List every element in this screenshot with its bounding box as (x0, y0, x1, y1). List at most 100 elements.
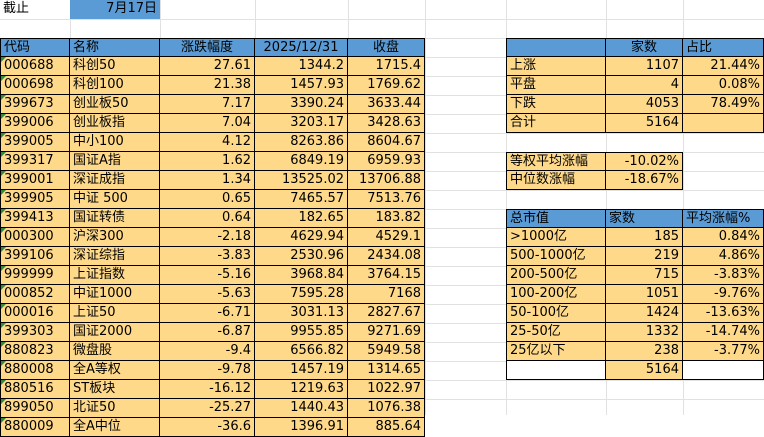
table-cell[interactable]: 全A中位 (70, 418, 160, 437)
index-code-cell[interactable]: 399905 (0, 190, 70, 209)
stats-header-cell[interactable]: 占比 (683, 38, 764, 57)
table-cell[interactable]: 7465.57 (255, 190, 348, 209)
table-cell[interactable]: 4.12 (160, 133, 255, 152)
table-cell[interactable]: 6959.93 (348, 152, 425, 171)
stats-cell[interactable]: 4 (606, 76, 683, 95)
table-cell[interactable]: 3633.44 (348, 95, 425, 114)
cap-cell[interactable]: -14.74% (683, 323, 764, 342)
table-cell[interactable]: 创业板指 (70, 114, 160, 133)
index-code-cell[interactable]: 000698 (0, 76, 70, 95)
index-code-cell[interactable]: 399001 (0, 171, 70, 190)
table-cell[interactable]: 182.65 (255, 209, 348, 228)
table-cell[interactable]: 上证指数 (70, 266, 160, 285)
table-cell[interactable]: 7513.76 (348, 190, 425, 209)
table-cell[interactable]: 1022.97 (348, 380, 425, 399)
table-cell[interactable]: 科创50 (70, 57, 160, 76)
index-code-cell[interactable]: 000016 (0, 304, 70, 323)
table-cell[interactable]: 创业板50 (70, 95, 160, 114)
main-header-cell[interactable]: 2025/12/31 (255, 38, 348, 57)
cap-cell[interactable]: -3.77% (683, 342, 764, 361)
table-cell[interactable]: 21.38 (160, 76, 255, 95)
cap-cell[interactable]: 100-200亿 (506, 285, 606, 304)
table-cell[interactable]: -3.83 (160, 247, 255, 266)
cap-header-cell[interactable]: 总市值 (506, 209, 606, 228)
table-cell[interactable]: 上证50 (70, 304, 160, 323)
table-cell[interactable]: 中证1000 (70, 285, 160, 304)
table-cell[interactable]: -36.6 (160, 418, 255, 437)
table-cell[interactable]: 9955.85 (255, 323, 348, 342)
table-cell[interactable]: 13706.88 (348, 171, 425, 190)
table-cell[interactable]: 6566.82 (255, 342, 348, 361)
table-cell[interactable]: -9.4 (160, 342, 255, 361)
table-cell[interactable]: 全A等权 (70, 361, 160, 380)
table-cell[interactable]: 7168 (348, 285, 425, 304)
stats-cell[interactable]: 平盘 (506, 76, 606, 95)
index-code-cell[interactable]: 880009 (0, 418, 70, 437)
table-cell[interactable]: 2434.08 (348, 247, 425, 266)
stats-cell[interactable]: 4053 (606, 95, 683, 114)
main-header-cell[interactable]: 代码 (0, 38, 70, 57)
table-cell[interactable]: 中小100 (70, 133, 160, 152)
cap-cell[interactable]: -13.63% (683, 304, 764, 323)
table-cell[interactable]: 4529.1 (348, 228, 425, 247)
stats-cell[interactable]: 21.44% (683, 57, 764, 76)
stats-cell[interactable]: 5164 (606, 114, 683, 133)
index-code-cell[interactable]: 880516 (0, 380, 70, 399)
table-cell[interactable]: ST板块 (70, 380, 160, 399)
table-cell[interactable]: 3031.13 (255, 304, 348, 323)
index-code-cell[interactable]: 399106 (0, 247, 70, 266)
table-cell[interactable]: 3203.17 (255, 114, 348, 133)
avg-label-cell[interactable]: 中位数涨幅 (506, 171, 606, 190)
index-code-cell[interactable]: 399413 (0, 209, 70, 228)
table-cell[interactable]: 中证 500 (70, 190, 160, 209)
index-code-cell[interactable]: 399303 (0, 323, 70, 342)
table-cell[interactable]: -9.78 (160, 361, 255, 380)
cap-cell[interactable]: -3.83% (683, 266, 764, 285)
table-cell[interactable]: 1344.2 (255, 57, 348, 76)
cap-cell[interactable]: 1424 (606, 304, 683, 323)
cap-cell[interactable]: -9.76% (683, 285, 764, 304)
table-cell[interactable]: 国证转债 (70, 209, 160, 228)
table-cell[interactable]: 1457.19 (255, 361, 348, 380)
table-cell[interactable]: 27.61 (160, 57, 255, 76)
cap-cell[interactable]: 238 (606, 342, 683, 361)
table-cell[interactable]: 8604.67 (348, 133, 425, 152)
index-code-cell[interactable]: 899050 (0, 399, 70, 418)
index-code-cell[interactable]: 000300 (0, 228, 70, 247)
main-header-cell[interactable]: 涨跌幅度 (160, 38, 255, 57)
cap-header-cell[interactable]: 平均涨幅% (683, 209, 764, 228)
index-code-cell[interactable]: 399673 (0, 95, 70, 114)
stats-cell[interactable]: 合计 (506, 114, 606, 133)
table-cell[interactable]: 2827.67 (348, 304, 425, 323)
table-cell[interactable]: 1715.4 (348, 57, 425, 76)
cap-cell[interactable]: 1051 (606, 285, 683, 304)
cap-cell[interactable] (683, 361, 764, 380)
table-cell[interactable]: 北证50 (70, 399, 160, 418)
cap-cell[interactable]: 219 (606, 247, 683, 266)
table-cell[interactable]: -5.63 (160, 285, 255, 304)
table-cell[interactable]: 1.62 (160, 152, 255, 171)
cutoff-date[interactable]: 7月17日 (70, 0, 160, 19)
avg-value-cell[interactable]: -18.67% (606, 171, 683, 190)
table-cell[interactable]: -25.27 (160, 399, 255, 418)
cap-cell[interactable]: 185 (606, 228, 683, 247)
avg-label-cell[interactable]: 等权平均涨幅 (506, 152, 606, 171)
index-code-cell[interactable]: 880823 (0, 342, 70, 361)
table-cell[interactable]: 13525.02 (255, 171, 348, 190)
main-header-cell[interactable]: 名称 (70, 38, 160, 57)
table-cell[interactable]: 1769.62 (348, 76, 425, 95)
cap-cell[interactable]: 715 (606, 266, 683, 285)
index-code-cell[interactable]: 000688 (0, 57, 70, 76)
cap-cell[interactable]: 1332 (606, 323, 683, 342)
table-cell[interactable]: 1440.43 (255, 399, 348, 418)
stats-cell[interactable] (683, 114, 764, 133)
table-cell[interactable]: 7595.28 (255, 285, 348, 304)
table-cell[interactable]: 183.82 (348, 209, 425, 228)
table-cell[interactable]: 科创100 (70, 76, 160, 95)
table-cell[interactable]: 深证成指 (70, 171, 160, 190)
table-cell[interactable]: 6849.19 (255, 152, 348, 171)
table-cell[interactable]: 2530.96 (255, 247, 348, 266)
index-code-cell[interactable]: 000852 (0, 285, 70, 304)
table-cell[interactable]: 1.34 (160, 171, 255, 190)
index-code-cell[interactable]: 999999 (0, 266, 70, 285)
